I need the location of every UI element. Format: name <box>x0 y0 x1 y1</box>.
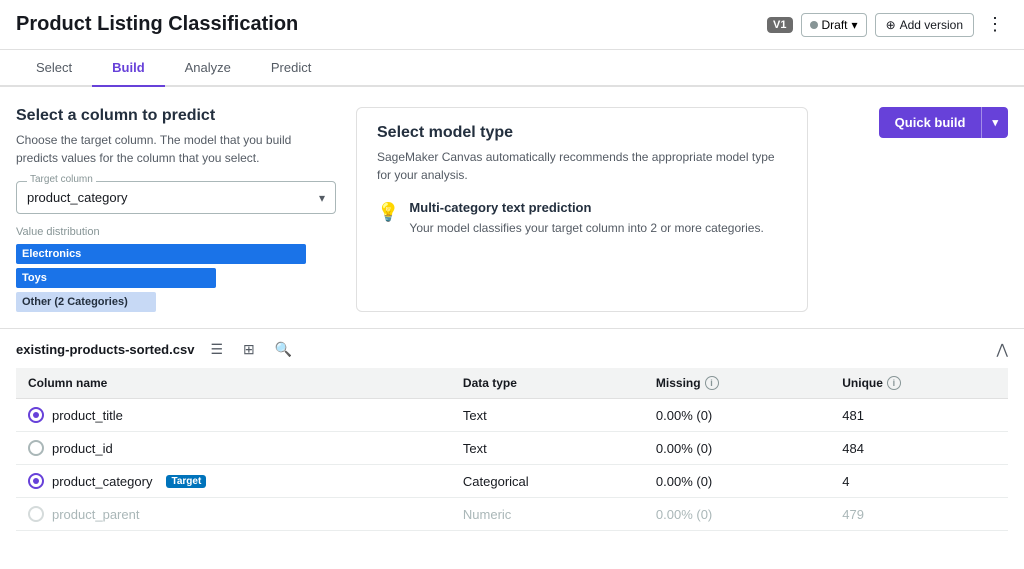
value-distribution-label: Value distribution <box>16 226 336 238</box>
td-missing: 0.00% (0) <box>644 498 830 531</box>
td-missing: 0.00% (0) <box>644 399 830 432</box>
version-badge: V1 <box>767 17 792 33</box>
tab-bar: Select Build Analyze Predict <box>0 50 1024 87</box>
tab-predict[interactable]: Predict <box>251 50 331 87</box>
dist-bar-toys: Toys <box>16 268 216 288</box>
table-row[interactable]: product_title Text 0.00% (0) 481 <box>16 399 1008 432</box>
model-type-title: Select model type <box>377 124 787 142</box>
td-data-type: Text <box>451 399 644 432</box>
dist-bar-other: Other (2 Categories) <box>16 292 156 312</box>
td-data-type: Categorical <box>451 465 644 498</box>
draft-label: Draft <box>822 18 848 32</box>
model-info: Multi-category text prediction Your mode… <box>409 200 763 237</box>
quick-build-button[interactable]: Quick build ▾ <box>879 107 1008 138</box>
main-content: Select a column to predict Choose the ta… <box>0 87 1024 558</box>
quick-build-label: Quick build <box>879 107 982 138</box>
th-column-name: Column name <box>16 368 451 399</box>
draft-dot <box>810 21 818 29</box>
distribution-bars: Electronics Toys Other (2 Categories) <box>16 244 336 312</box>
th-missing: Missing i <box>644 368 830 399</box>
table-row[interactable]: product_category Target Categorical 0.00… <box>16 465 1008 498</box>
th-unique: Unique i <box>830 368 1008 399</box>
th-data-type: Data type <box>451 368 644 399</box>
search-button[interactable]: 🔍 <box>271 339 296 360</box>
list-view-button[interactable]: ☰ <box>206 339 227 360</box>
collapse-button[interactable]: ⋀ <box>997 341 1008 358</box>
dataset-name: existing-products-sorted.csv <box>16 342 194 357</box>
col-name-value: product_title <box>52 408 123 423</box>
target-badge: Target <box>166 475 206 488</box>
td-col-name: product_title <box>16 399 451 432</box>
unique-info-icon[interactable]: i <box>887 376 901 390</box>
col-name-value: product_id <box>52 441 113 456</box>
table-header-row: Column name Data type Missing i Unique i <box>16 368 1008 399</box>
dist-bar-electronics: Electronics <box>16 244 306 264</box>
chevron-down-icon: ▾ <box>319 191 325 205</box>
select-value: product_category <box>27 190 127 205</box>
target-radio-icon <box>28 473 44 489</box>
left-panel-title: Select a column to predict <box>16 107 336 125</box>
table-row[interactable]: product_id Text 0.00% (0) 484 <box>16 432 1008 465</box>
add-version-button[interactable]: ⊕ Add version <box>875 13 974 37</box>
top-section: Select a column to predict Choose the ta… <box>0 87 1024 328</box>
td-missing: 0.00% (0) <box>644 465 830 498</box>
td-col-name: product_category Target <box>16 465 451 498</box>
more-options-button[interactable]: ⋮ <box>982 10 1008 39</box>
lightbulb-icon: 💡 <box>377 202 399 223</box>
page-title: Product Listing Classification <box>16 13 298 36</box>
col-name-value: product_parent <box>52 507 139 522</box>
td-unique: 4 <box>830 465 1008 498</box>
model-option-title: Multi-category text prediction <box>409 200 763 215</box>
plus-circle-icon: ⊕ <box>886 18 896 32</box>
select-inner[interactable]: product_category ▾ <box>17 182 335 213</box>
missing-info-icon[interactable]: i <box>705 376 719 390</box>
grid-view-button[interactable]: ⊞ <box>239 339 259 360</box>
tab-build[interactable]: Build <box>92 50 165 87</box>
radio-icon <box>28 440 44 456</box>
dataset-section: existing-products-sorted.csv ☰ ⊞ 🔍 ⋀ Col… <box>0 328 1024 531</box>
model-option: 💡 Multi-category text prediction Your mo… <box>377 200 787 237</box>
tab-analyze[interactable]: Analyze <box>165 50 251 87</box>
td-data-type: Text <box>451 432 644 465</box>
tab-select[interactable]: Select <box>16 50 92 87</box>
td-data-type: Numeric <box>451 498 644 531</box>
model-option-desc: Your model classifies your target column… <box>409 219 763 237</box>
chevron-down-icon[interactable]: ▾ <box>982 108 1008 137</box>
dataset-header: existing-products-sorted.csv ☰ ⊞ 🔍 ⋀ <box>16 339 1008 360</box>
header-actions: V1 Draft ▾ ⊕ Add version ⋮ <box>767 10 1008 39</box>
col-name-value: product_category <box>52 474 152 489</box>
dataset-header-left: existing-products-sorted.csv ☰ ⊞ 🔍 <box>16 339 296 360</box>
header: Product Listing Classification V1 Draft … <box>0 0 1024 50</box>
td-missing: 0.00% (0) <box>644 432 830 465</box>
column-table: Column name Data type Missing i Unique i <box>16 368 1008 531</box>
td-col-name: product_parent <box>16 498 451 531</box>
td-unique: 479 <box>830 498 1008 531</box>
add-version-label: Add version <box>900 18 963 32</box>
draft-button[interactable]: Draft ▾ <box>801 13 867 37</box>
target-column-select[interactable]: Target column product_category ▾ <box>16 181 336 214</box>
td-unique: 481 <box>830 399 1008 432</box>
selected-radio-icon <box>28 407 44 423</box>
td-unique: 484 <box>830 432 1008 465</box>
chevron-down-icon: ▾ <box>852 18 858 32</box>
target-column-label: Target column <box>27 174 96 185</box>
left-panel: Select a column to predict Choose the ta… <box>16 107 356 312</box>
table-row: product_parent Numeric 0.00% (0) 479 <box>16 498 1008 531</box>
radio-icon <box>28 506 44 522</box>
right-panel: Quick build ▾ <box>828 107 1008 312</box>
model-type-desc: SageMaker Canvas automatically recommend… <box>377 148 787 184</box>
td-col-name: product_id <box>16 432 451 465</box>
left-panel-desc: Choose the target column. The model that… <box>16 131 336 167</box>
data-table: Column name Data type Missing i Unique i <box>16 368 1008 531</box>
model-type-panel: Select model type SageMaker Canvas autom… <box>356 107 808 312</box>
